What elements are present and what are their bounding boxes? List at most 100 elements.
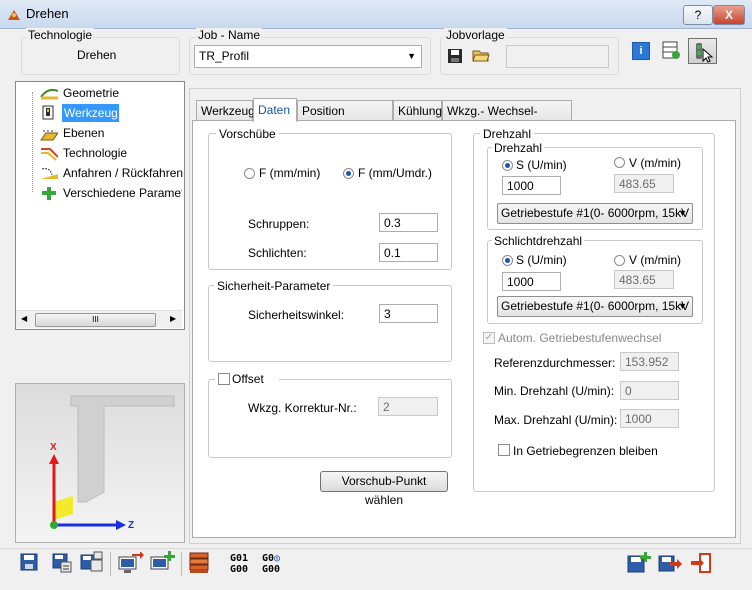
min-drehzahl-input[interactable]: 0 bbox=[620, 381, 679, 400]
korrektur-label: Wkzg. Korrektur-Nr.: bbox=[248, 401, 357, 415]
jobname-combo[interactable]: TR_Profil ▼ bbox=[194, 45, 422, 68]
tree-item-technologie[interactable]: Technologie bbox=[63, 144, 127, 162]
min-drehzahl-label: Min. Drehzahl (U/min): bbox=[494, 384, 615, 398]
referenzdurchmesser-label: Referenzdurchmesser: bbox=[494, 356, 616, 370]
offset-checkbox[interactable] bbox=[218, 373, 230, 385]
vorschub-punkt-button[interactable]: Vorschub-Punkt wählen bbox=[320, 471, 448, 507]
tree-item-anfahren[interactable]: Anfahren / Rückfahren bbox=[63, 164, 183, 182]
referenzdurchmesser-input[interactable]: 153.952 bbox=[620, 352, 679, 371]
sicherheitswinkel-label: Sicherheitswinkel: bbox=[248, 308, 345, 322]
g01-label: G01 bbox=[229, 553, 249, 564]
g0-label: G0 bbox=[261, 553, 274, 564]
select-mode-button[interactable] bbox=[688, 38, 717, 64]
tab-kuehlung[interactable]: Kühlung bbox=[393, 100, 442, 120]
sicherheit-group bbox=[208, 285, 452, 362]
scroll-left-icon[interactable]: ◀ bbox=[21, 314, 27, 323]
radio-s-u-min-2[interactable] bbox=[502, 255, 513, 266]
getriebestufe-select-2[interactable]: Getriebestufe #1(0- 6000rpm, 15kV ▼ bbox=[497, 296, 693, 317]
save-icon[interactable] bbox=[20, 553, 38, 571]
getriebegrenzen-checkbox[interactable] bbox=[498, 444, 510, 456]
save-template-icon[interactable] bbox=[447, 48, 465, 66]
getriebestufe-value-2: Getriebestufe #1(0- 6000rpm, 15kV bbox=[501, 299, 690, 313]
radio-f-mm-min-label: F (mm/min) bbox=[259, 166, 321, 180]
radio-f-mm-umdr[interactable] bbox=[343, 168, 354, 179]
cursor-icon bbox=[696, 43, 714, 63]
jobname-label: Job - Name bbox=[196, 28, 263, 42]
g00-label: G00 bbox=[229, 564, 249, 575]
offset-title: Offset bbox=[232, 372, 264, 386]
toolbar-divider bbox=[0, 548, 752, 549]
schlicht-s-input[interactable]: 1000 bbox=[502, 272, 561, 291]
g0-g00-button[interactable]: G0◎ G00 bbox=[257, 553, 285, 575]
help-button[interactable]: ? bbox=[683, 5, 713, 25]
save-export-icon[interactable] bbox=[658, 553, 682, 573]
jobvorlage-label: Jobvorlage bbox=[444, 28, 507, 42]
korrektur-input[interactable]: 2 bbox=[378, 397, 438, 416]
tab-position-nullpunkt[interactable]: Position Nullpunkt bbox=[297, 100, 393, 138]
technologie-value: Drehen bbox=[77, 48, 117, 62]
autom-getriebe-checkbox[interactable]: ✓ bbox=[483, 332, 495, 344]
schruppen-label: Schruppen: bbox=[248, 217, 310, 231]
g00b-label: G00 bbox=[261, 564, 281, 575]
layers-icon[interactable] bbox=[188, 551, 210, 575]
add-machine-icon[interactable] bbox=[150, 551, 176, 573]
tool-preview-drawing bbox=[49, 395, 175, 530]
radio-v-m-min-2[interactable] bbox=[614, 255, 625, 266]
close-button[interactable]: X bbox=[713, 5, 745, 25]
autom-getriebe-label: Autom. Getriebestufenwechsel bbox=[498, 331, 662, 345]
tree-item-verschiedene[interactable]: Verschiedene Parameter bbox=[63, 184, 182, 202]
chevron-down-icon: ▼ bbox=[678, 208, 687, 218]
open-folder-icon[interactable] bbox=[472, 47, 490, 65]
schlicht-v-input[interactable]: 483.65 bbox=[614, 270, 674, 289]
radio-s-u-min-2-label: S (U/min) bbox=[516, 253, 567, 267]
tree-scrollbar[interactable]: ◀ III ▶ bbox=[16, 310, 182, 328]
radio-v-m-min-label: V (m/min) bbox=[629, 156, 681, 170]
getriebestufe-select[interactable]: Getriebestufe #1(0- 6000rpm, 15kV ▼ bbox=[497, 203, 693, 224]
save-new-icon[interactable] bbox=[627, 552, 651, 574]
g0-circle-icon: ◎ bbox=[274, 553, 281, 564]
radio-f-mm-min[interactable] bbox=[244, 168, 255, 179]
max-drehzahl-input[interactable]: 1000 bbox=[620, 409, 679, 428]
toolbar-separator bbox=[181, 552, 182, 576]
radio-s-u-min[interactable] bbox=[502, 160, 513, 171]
axis-x-label: X bbox=[50, 442, 57, 453]
tab-werkzeug[interactable]: Werkzeug bbox=[196, 100, 255, 120]
scroll-thumb[interactable]: III bbox=[35, 313, 156, 327]
technology-icon bbox=[41, 148, 58, 161]
technologie-label: Technologie bbox=[26, 28, 95, 42]
schruppen-input[interactable]: 0.3 bbox=[379, 213, 438, 232]
tree-item-geometrie[interactable]: Geometrie bbox=[63, 84, 119, 102]
table-settings-icon[interactable] bbox=[661, 40, 683, 62]
chevron-down-icon: ▼ bbox=[678, 301, 687, 311]
app-icon bbox=[8, 10, 20, 20]
schlichten-input[interactable]: 0.1 bbox=[379, 243, 438, 262]
window-title: Drehen bbox=[26, 6, 69, 21]
radio-v-m-min[interactable] bbox=[614, 157, 625, 168]
exit-icon[interactable] bbox=[690, 553, 712, 573]
getriebegrenzen-label: In Getriebegrenzen bleiben bbox=[513, 444, 658, 458]
send-to-machine-icon[interactable] bbox=[118, 552, 144, 574]
vorschuebe-title: Vorschübe bbox=[216, 127, 279, 141]
schlichten-label: Schlichten: bbox=[248, 246, 307, 260]
g01-g00-button[interactable]: G01 G00 bbox=[226, 553, 252, 575]
drehzahl-v-input[interactable]: 483.65 bbox=[614, 174, 674, 193]
tab-wechsel-position[interactable]: Wkzg.- Wechsel-Position bbox=[442, 100, 572, 138]
save-all-calc-icon[interactable] bbox=[80, 551, 104, 573]
drehzahl-title: Drehzahl bbox=[480, 127, 535, 141]
scroll-right-icon[interactable]: ▶ bbox=[170, 314, 176, 323]
tree-item-verschiedene-clip: Verschiedene Parameter bbox=[63, 184, 182, 202]
tab-daten[interactable]: Daten bbox=[253, 98, 297, 122]
save-calc-icon[interactable] bbox=[52, 553, 72, 573]
approach-icon bbox=[41, 168, 58, 179]
sicherheit-title: Sicherheit-Parameter bbox=[214, 279, 334, 293]
jobvorlage-field[interactable] bbox=[506, 45, 609, 68]
geometry-icon bbox=[40, 88, 58, 100]
sicherheitswinkel-input[interactable]: 3 bbox=[379, 304, 438, 323]
title-bar: Drehen ? X bbox=[0, 0, 752, 29]
drehzahl-s-input[interactable]: 1000 bbox=[502, 176, 561, 195]
tree-item-werkzeug[interactable]: Werkzeug bbox=[63, 104, 118, 122]
toolbar-separator bbox=[110, 552, 111, 576]
tree-item-ebenen[interactable]: Ebenen bbox=[63, 124, 104, 142]
tool-preview: X Z bbox=[15, 383, 185, 543]
info-icon[interactable]: i bbox=[632, 42, 650, 60]
